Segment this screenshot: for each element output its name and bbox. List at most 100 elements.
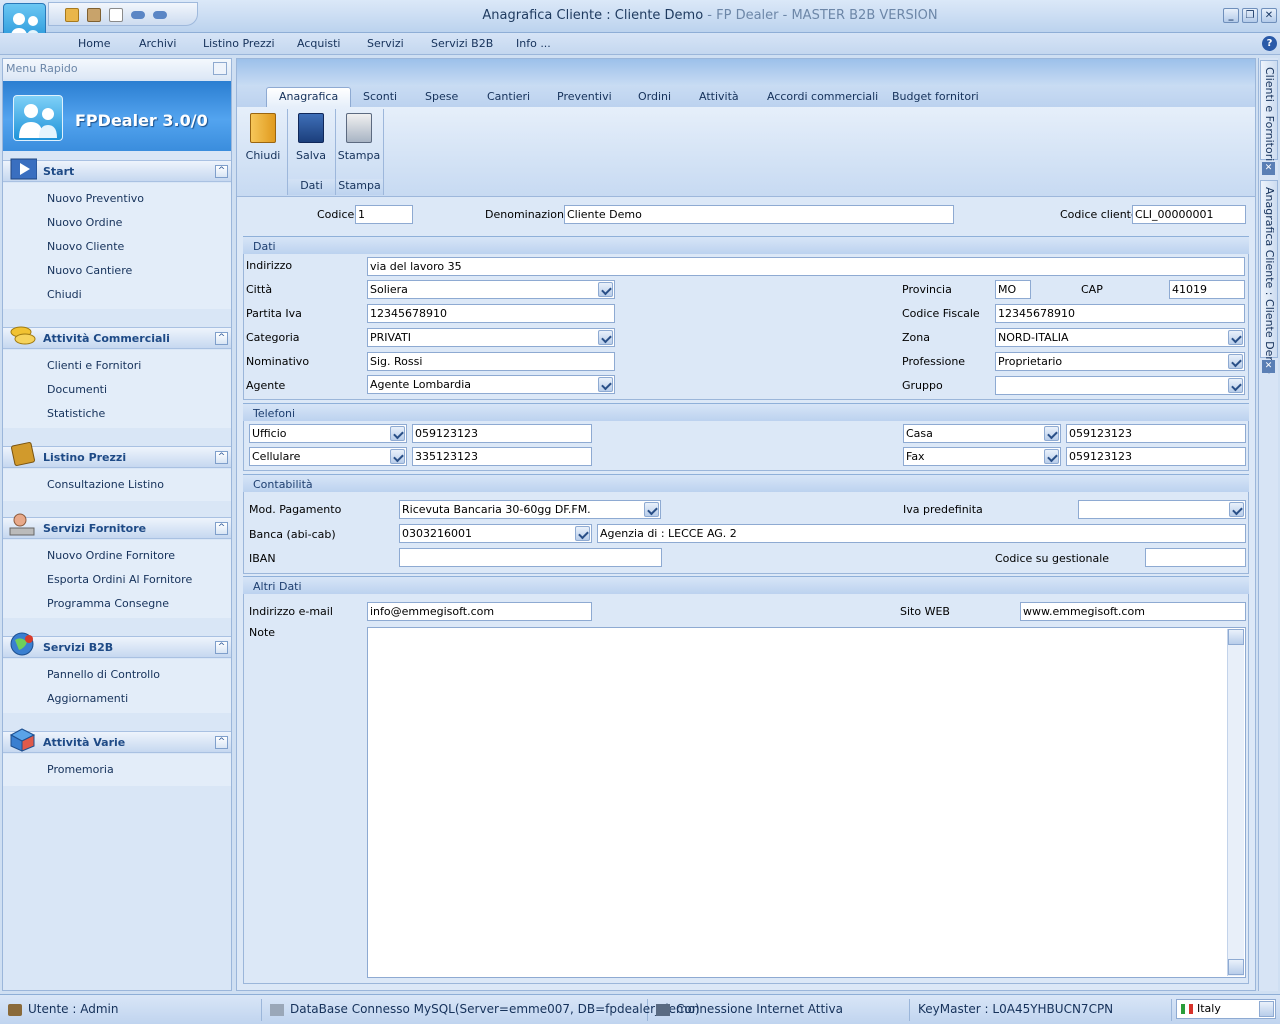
chevron-down-icon[interactable] (390, 426, 405, 441)
gestionale-field[interactable] (1145, 548, 1246, 567)
link-nuovo-ordine-fornitore[interactable]: Nuovo Ordine Fornitore (47, 549, 175, 562)
chevron-down-icon[interactable] (1228, 330, 1243, 345)
chevron-down-icon[interactable] (644, 502, 659, 517)
phone-number-field-4[interactable]: 059123123 (1066, 447, 1246, 466)
group-attivita-varie[interactable]: Attività Varie ^ (3, 728, 231, 753)
link-nuovo-preventivo[interactable]: Nuovo Preventivo (47, 192, 144, 205)
banca-select[interactable]: 0303216001 (399, 524, 592, 543)
link-pannello-controllo[interactable]: Pannello di Controllo (47, 668, 160, 681)
stampa-button[interactable]: Stampa (336, 109, 382, 181)
link-documenti[interactable]: Documenti (47, 383, 107, 396)
group-listino-prezzi[interactable]: Listino Prezzi ^ (3, 442, 231, 468)
doc-tab-clienti-fornitori[interactable]: Clienti e Fornitori (1260, 60, 1278, 161)
menu-servizi[interactable]: Servizi (367, 37, 404, 50)
note-textarea[interactable] (367, 627, 1246, 978)
locale-select[interactable]: Italy (1176, 999, 1276, 1019)
link-clienti-fornitori[interactable]: Clienti e Fornitori (47, 359, 141, 372)
close-tab-icon[interactable]: ✕ (1262, 162, 1275, 175)
scroll-up-icon[interactable] (1228, 629, 1244, 645)
folder-icon[interactable] (65, 8, 79, 22)
link-nuovo-cliente[interactable]: Nuovo Cliente (47, 240, 124, 253)
group-start[interactable]: Start ^ (3, 158, 231, 182)
provincia-field[interactable]: MO (995, 280, 1031, 299)
iva-select[interactable] (1078, 500, 1246, 519)
chevron-down-icon[interactable] (1228, 354, 1243, 369)
link-esporta-ordini[interactable]: Esporta Ordini Al Fornitore (47, 573, 192, 586)
phone-number-field-3[interactable]: 059123123 (1066, 424, 1246, 443)
tools-icon[interactable] (87, 8, 101, 22)
link-nuovo-ordine[interactable]: Nuovo Ordine (47, 216, 122, 229)
phone-number-field-2[interactable]: 335123123 (412, 447, 592, 466)
menu-acquisti[interactable]: Acquisti (297, 37, 341, 50)
link-consultazione-listino[interactable]: Consultazione Listino (47, 478, 164, 491)
collapse-icon[interactable]: ^ (215, 736, 228, 749)
close-button[interactable]: ✕ (1261, 8, 1277, 23)
chevron-down-icon[interactable] (598, 330, 613, 345)
tab-ordini[interactable]: Ordini (626, 88, 683, 107)
chevron-down-icon[interactable] (575, 526, 590, 541)
collapse-icon[interactable]: ^ (215, 522, 228, 535)
cap-field[interactable]: 41019 (1169, 280, 1245, 299)
tab-attivita[interactable]: Attività (687, 88, 751, 107)
codice-cliente-field[interactable]: CLI_00000001 (1132, 205, 1246, 224)
collapse-icon[interactable]: ^ (215, 332, 228, 345)
professione-select[interactable]: Proprietario (995, 352, 1245, 371)
chevron-down-icon[interactable] (1259, 1001, 1274, 1017)
chevron-down-icon[interactable] (390, 449, 405, 464)
piva-field[interactable]: 12345678910 (367, 304, 615, 323)
restore-button[interactable]: ❐ (1242, 8, 1258, 23)
close-tab-icon[interactable]: ✕ (1262, 360, 1275, 373)
collapse-icon[interactable]: ^ (215, 165, 228, 178)
group-servizi-b2b[interactable]: Servizi B2B ^ (3, 632, 231, 658)
categoria-select[interactable]: PRIVATI (367, 328, 615, 347)
group-attivita-commerciali[interactable]: Attività Commerciali ^ (3, 326, 231, 349)
chevron-down-icon[interactable] (1229, 502, 1244, 517)
chevron-down-icon[interactable] (598, 377, 613, 392)
group-servizi-fornitore[interactable]: Servizi Fornitore ^ (3, 513, 231, 539)
menu-servizi-b2b[interactable]: Servizi B2B (431, 37, 493, 50)
link-chiudi[interactable]: Chiudi (47, 288, 82, 301)
tab-preventivi[interactable]: Preventivi (545, 88, 624, 107)
citta-select[interactable]: Soliera (367, 280, 615, 299)
chevron-down-icon[interactable] (1044, 426, 1059, 441)
pin-icon[interactable] (213, 62, 227, 75)
calendar-icon[interactable] (109, 8, 123, 22)
indirizzo-field[interactable]: via del lavoro 35 (367, 257, 1245, 276)
menu-info[interactable]: Info ... (516, 37, 551, 50)
tab-anagrafica[interactable]: Anagrafica (266, 87, 352, 107)
chevron-down-icon[interactable] (1044, 449, 1059, 464)
zona-select[interactable]: NORD-ITALIA (995, 328, 1245, 347)
help-icon[interactable]: ? (1262, 36, 1277, 51)
link-programma-consegne[interactable]: Programma Consegne (47, 597, 169, 610)
collapse-icon[interactable]: ^ (215, 451, 228, 464)
chiudi-button[interactable]: Chiudi (240, 109, 286, 181)
note-scrollbar[interactable] (1227, 629, 1244, 976)
menu-listino-prezzi[interactable]: Listino Prezzi (203, 37, 275, 50)
gruppo-select[interactable] (995, 376, 1245, 395)
cf-field[interactable]: 12345678910 (995, 304, 1245, 323)
phone-type-select-2[interactable]: Cellulare (249, 447, 407, 466)
dot-icon[interactable] (131, 11, 145, 19)
phone-type-select-1[interactable]: Ufficio (249, 424, 407, 443)
nominativo-field[interactable]: Sig. Rossi (367, 352, 615, 371)
collapse-icon[interactable]: ^ (215, 641, 228, 654)
link-nuovo-cantiere[interactable]: Nuovo Cantiere (47, 264, 132, 277)
salva-button[interactable]: Salva (288, 109, 334, 181)
chevron-down-icon[interactable] (598, 282, 613, 297)
chevron-down-icon[interactable] (1228, 378, 1243, 393)
link-aggiornamenti[interactable]: Aggiornamenti (47, 692, 128, 705)
link-statistiche[interactable]: Statistiche (47, 407, 105, 420)
phone-number-field-1[interactable]: 059123123 (412, 424, 592, 443)
menu-home[interactable]: Home (78, 37, 110, 50)
dropdown-icon[interactable] (153, 11, 167, 19)
codice-field[interactable]: 1 (355, 205, 413, 224)
denominazione-field[interactable]: Cliente Demo (564, 205, 954, 224)
tab-spese[interactable]: Spese (413, 88, 470, 107)
pagamento-select[interactable]: Ricevuta Bancaria 30-60gg DF.FM. (399, 500, 661, 519)
phone-type-select-3[interactable]: Casa (903, 424, 1061, 443)
doc-tab-anagrafica-cliente[interactable]: Anagrafica Cliente : Cliente Demo (1260, 180, 1278, 374)
email-field[interactable]: info@emmegisoft.com (367, 602, 592, 621)
tab-budget-fornitori[interactable]: Budget fornitori (880, 88, 991, 107)
scroll-down-icon[interactable] (1228, 959, 1244, 975)
menu-archivi[interactable]: Archivi (139, 37, 176, 50)
